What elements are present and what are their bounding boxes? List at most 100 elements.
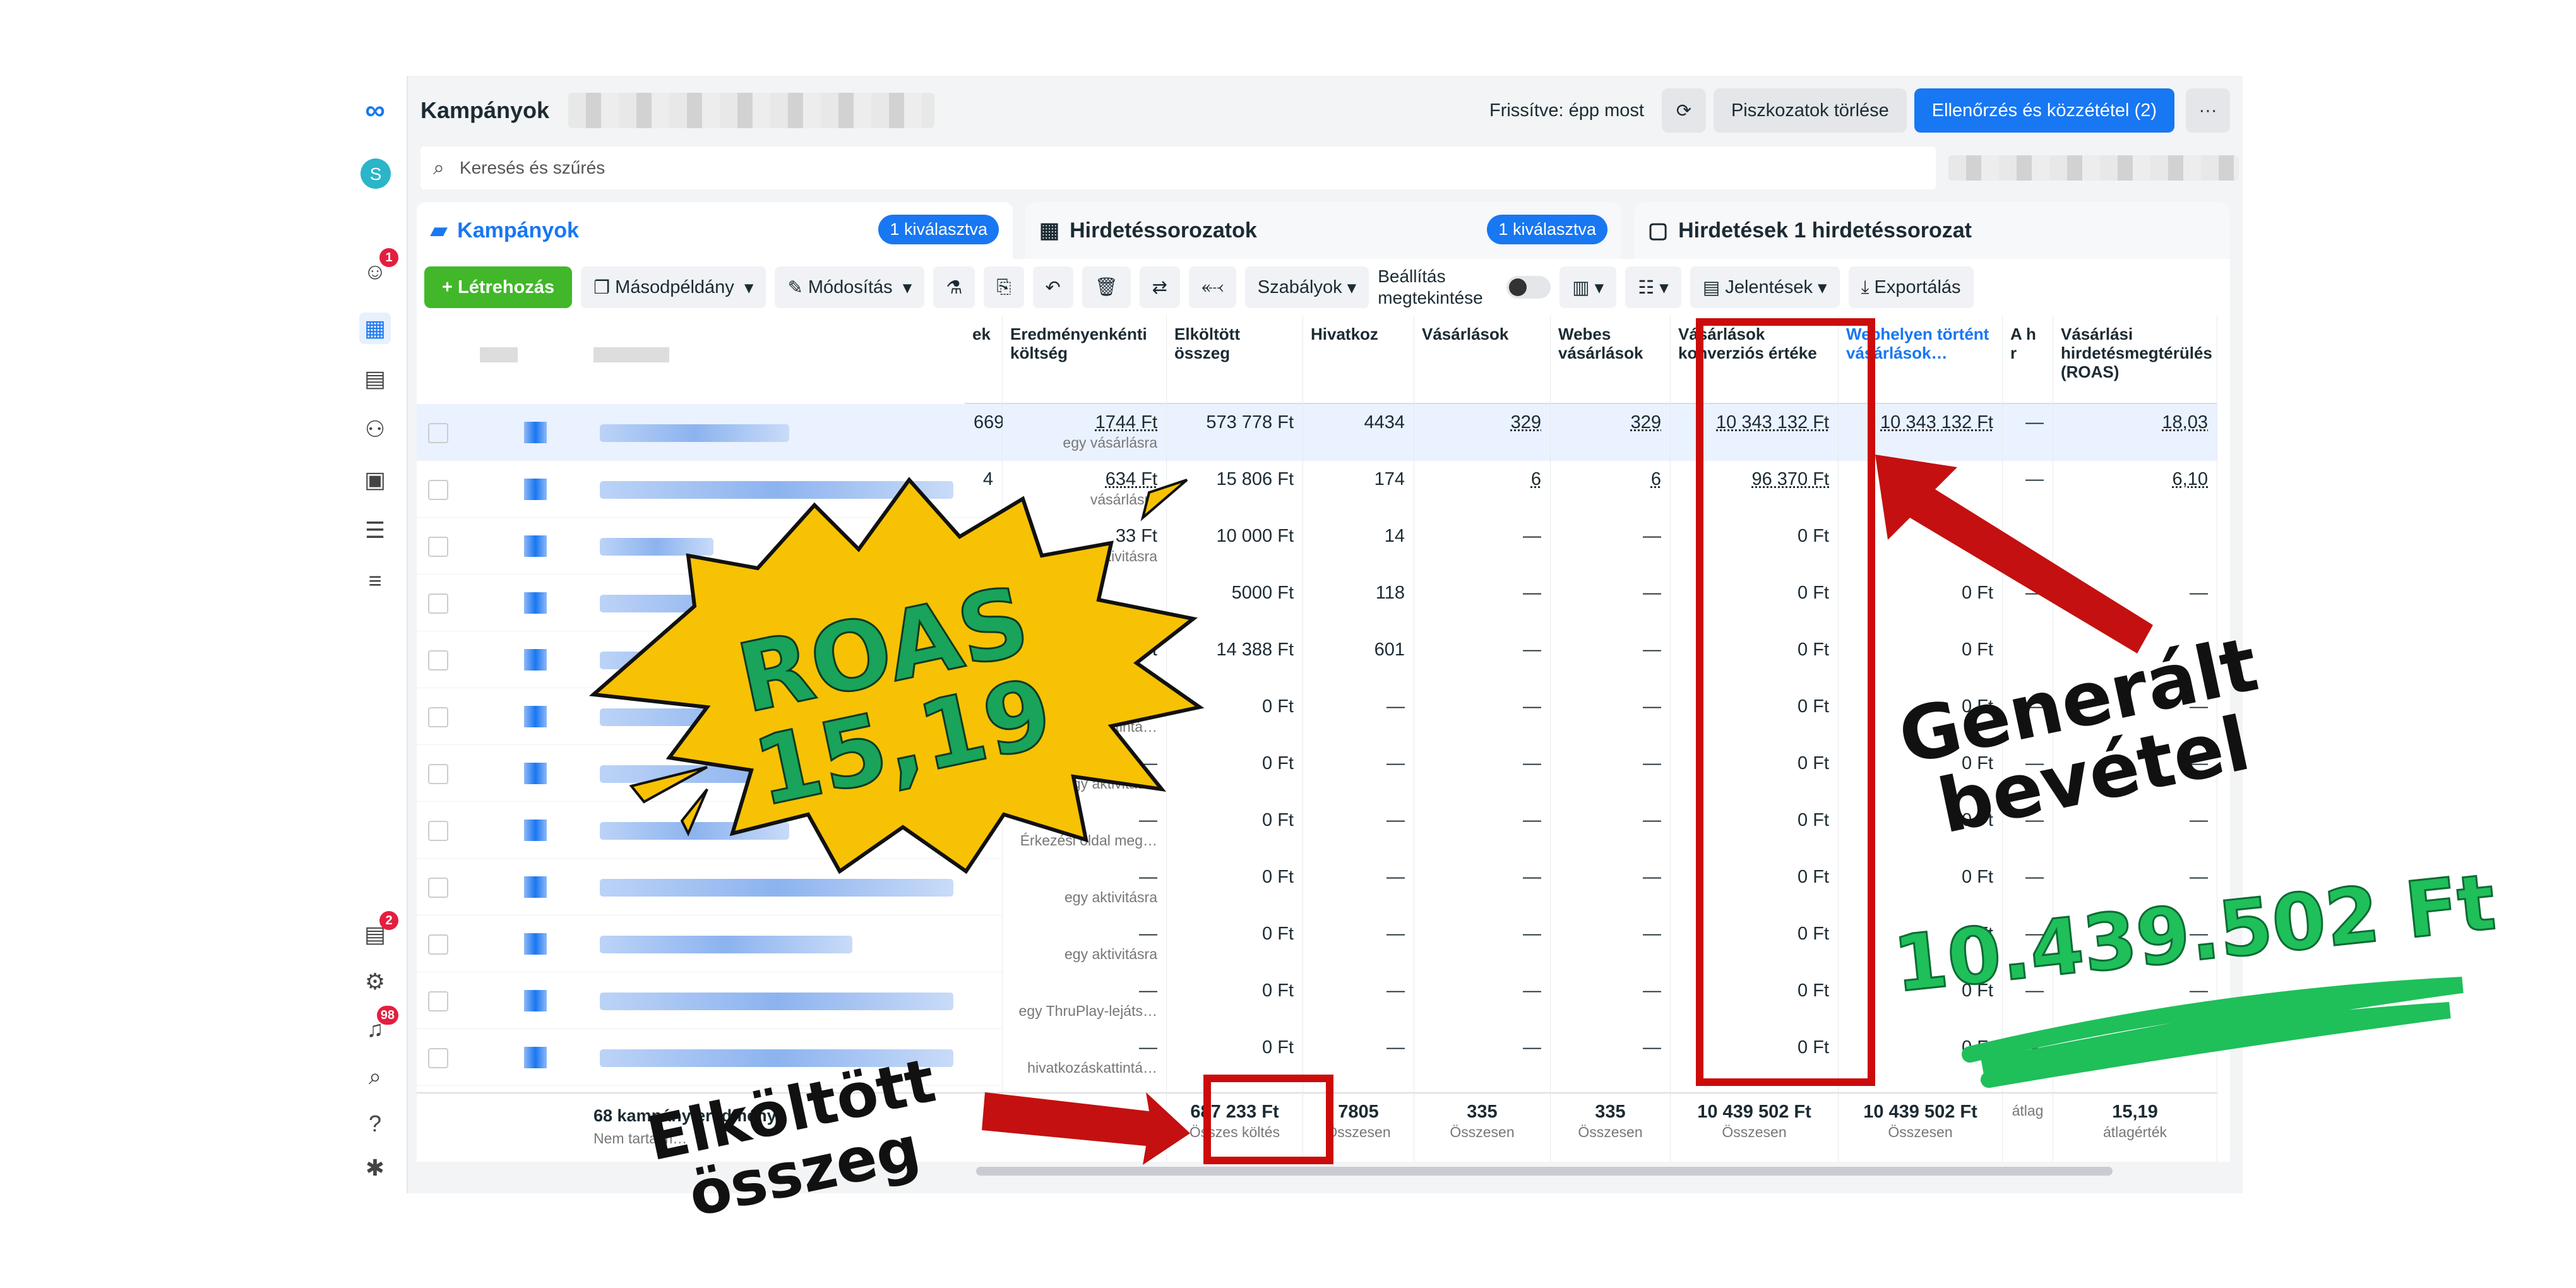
campaigns-table-icon[interactable]: ▦	[359, 313, 391, 344]
row-checkbox[interactable]	[428, 878, 448, 898]
campaign-name[interactable]	[600, 822, 789, 840]
toggle-switch[interactable]	[524, 422, 547, 443]
delete-icon[interactable]: 🗑	[1082, 266, 1131, 308]
date-range-selector[interactable]	[1948, 155, 2239, 181]
toggle-switch[interactable]	[524, 763, 547, 784]
column-header[interactable]: Hivatkoz	[1303, 316, 1414, 404]
column-header[interactable]: Webes vásárlások	[1551, 316, 1670, 404]
campaign-name[interactable]	[600, 936, 852, 953]
table-row[interactable]	[417, 461, 1003, 518]
table-row[interactable]	[417, 575, 1003, 631]
clipboard-icon[interactable]: ⎘	[984, 266, 1024, 308]
account-selector[interactable]	[568, 93, 935, 128]
test-icon[interactable]: ⚗	[933, 266, 975, 308]
row-checkbox[interactable]	[428, 1048, 448, 1068]
audiences-icon[interactable]: ⚇	[359, 414, 391, 445]
columns-button[interactable]: ▥ ▾	[1559, 266, 1617, 308]
selected-badge[interactable]: 1 kiválasztva	[1487, 215, 1607, 244]
duplicate-button[interactable]: ❐ Másodpéldány ▾	[581, 266, 766, 308]
row-checkbox[interactable]	[428, 593, 448, 614]
row-checkbox[interactable]	[428, 991, 448, 1011]
table-row[interactable]	[417, 972, 1003, 1029]
campaign-name[interactable]	[600, 481, 953, 499]
column-header[interactable]: Eredményenkénti költség	[1003, 316, 1166, 404]
toggle-switch[interactable]	[524, 820, 547, 841]
campaign-name[interactable]	[600, 424, 789, 442]
export-button[interactable]: ⤓ Exportálás	[1848, 266, 1974, 308]
toggle-switch[interactable]	[524, 876, 547, 898]
table-row[interactable]	[417, 688, 1003, 745]
row-checkbox[interactable]	[428, 764, 448, 784]
gear-icon[interactable]: ⚙	[359, 966, 391, 998]
toggle-switch[interactable]	[524, 706, 547, 727]
row-checkbox[interactable]	[428, 423, 448, 443]
media-icon[interactable]: ▣	[359, 464, 391, 496]
toggle-switch[interactable]	[524, 649, 547, 671]
toggle-switch[interactable]	[524, 535, 547, 557]
search-icon[interactable]: ⌕	[359, 1061, 391, 1092]
undo-icon[interactable]: ↶	[1032, 266, 1073, 308]
tag-icon[interactable]: ⬷	[1188, 266, 1236, 308]
refresh-button[interactable]: ⟳	[1661, 88, 1706, 133]
column-header[interactable]: ek	[965, 316, 1002, 404]
account-avatar-icon[interactable]: S	[359, 158, 391, 189]
column-header[interactable]: Vásárlási hirdetésmegtérülés (ROAS)	[2053, 316, 2217, 404]
preview-toggle[interactable]	[1506, 276, 1551, 299]
more-button[interactable]: ···	[2186, 88, 2230, 133]
tab-campaigns[interactable]: ▰ Kampányok 1 kiválasztva	[417, 202, 1013, 259]
campaign-name[interactable]	[600, 708, 915, 726]
campaign-name[interactable]	[600, 538, 713, 556]
table-row[interactable]	[417, 915, 1003, 972]
toggle-switch[interactable]	[524, 933, 547, 955]
toggle-switch[interactable]	[524, 592, 547, 614]
edit-button[interactable]: ✎ Módosítás ▾	[775, 266, 925, 308]
campaign-name[interactable]	[600, 879, 953, 897]
tab-ads[interactable]: ▢ Hirdetések 1 hirdetéssorozat	[1634, 202, 2230, 259]
campaign-name[interactable]	[600, 765, 941, 783]
row-checkbox[interactable]	[428, 537, 448, 557]
row-checkbox[interactable]	[428, 707, 448, 727]
tab-adsets[interactable]: ▦ Hirdetéssorozatok 1 kiválasztva	[1025, 202, 1621, 259]
table-row[interactable]	[417, 859, 1003, 915]
campaign-name[interactable]	[600, 652, 840, 669]
campaign-name[interactable]	[600, 595, 865, 612]
toggle-switch[interactable]	[524, 990, 547, 1011]
billing-icon[interactable]: ☰	[359, 515, 391, 546]
meta-logo-icon[interactable]: ∞	[359, 95, 391, 126]
create-button[interactable]: + Létrehozás	[424, 266, 573, 308]
table-row[interactable]	[417, 404, 1003, 461]
column-header[interactable]: Vásárlások konverziós értéke	[1671, 316, 1838, 404]
row-checkbox[interactable]	[428, 480, 448, 500]
reports-button[interactable]: ▤ Jelentések ▾	[1690, 266, 1840, 308]
column-header[interactable]: A h r	[2003, 316, 2053, 404]
table-row[interactable]	[417, 1029, 1003, 1086]
table-row[interactable]	[417, 518, 1003, 575]
help-icon[interactable]: ?	[359, 1108, 391, 1140]
pages-list-icon[interactable]: ▤ 2	[359, 911, 398, 950]
campaign-name[interactable]	[600, 993, 953, 1010]
table-row[interactable]	[417, 631, 1003, 688]
menu-icon[interactable]: ≡	[359, 565, 391, 597]
table-row[interactable]	[417, 745, 1003, 802]
breakdown-button[interactable]: ☷ ▾	[1625, 266, 1681, 308]
clear-drafts-button[interactable]: Piszkozatok törlése	[1713, 88, 1907, 133]
bell-icon[interactable]: ♫ 98	[359, 1006, 398, 1045]
pages-icon[interactable]: ▤	[359, 363, 391, 395]
row-checkbox[interactable]	[428, 650, 448, 671]
column-header[interactable]: Vásárlások	[1414, 316, 1550, 404]
share-icon[interactable]: ⇄	[1139, 266, 1180, 308]
rules-button[interactable]: Szabályok ▾	[1244, 266, 1369, 308]
table-row[interactable]	[417, 802, 1003, 859]
selected-badge[interactable]: 1 kiválasztva	[878, 215, 999, 244]
notifications-icon[interactable]: ☺ 1	[359, 248, 398, 287]
row-checkbox[interactable]	[428, 821, 448, 841]
search-bar[interactable]: ⌕ Keresés és szűrés	[420, 146, 1936, 189]
publish-button[interactable]: Ellenőrzés és közzététel (2)	[1914, 88, 2174, 133]
column-header[interactable]: Elköltött összeg	[1167, 316, 1303, 404]
row-checkbox[interactable]	[428, 934, 448, 955]
toggle-switch[interactable]	[524, 1047, 547, 1068]
campaign-name[interactable]	[600, 1049, 953, 1067]
toggle-switch[interactable]	[524, 479, 547, 500]
search-input[interactable]: Keresés és szűrés	[460, 158, 605, 178]
horizontal-scrollbar[interactable]	[976, 1167, 2113, 1176]
